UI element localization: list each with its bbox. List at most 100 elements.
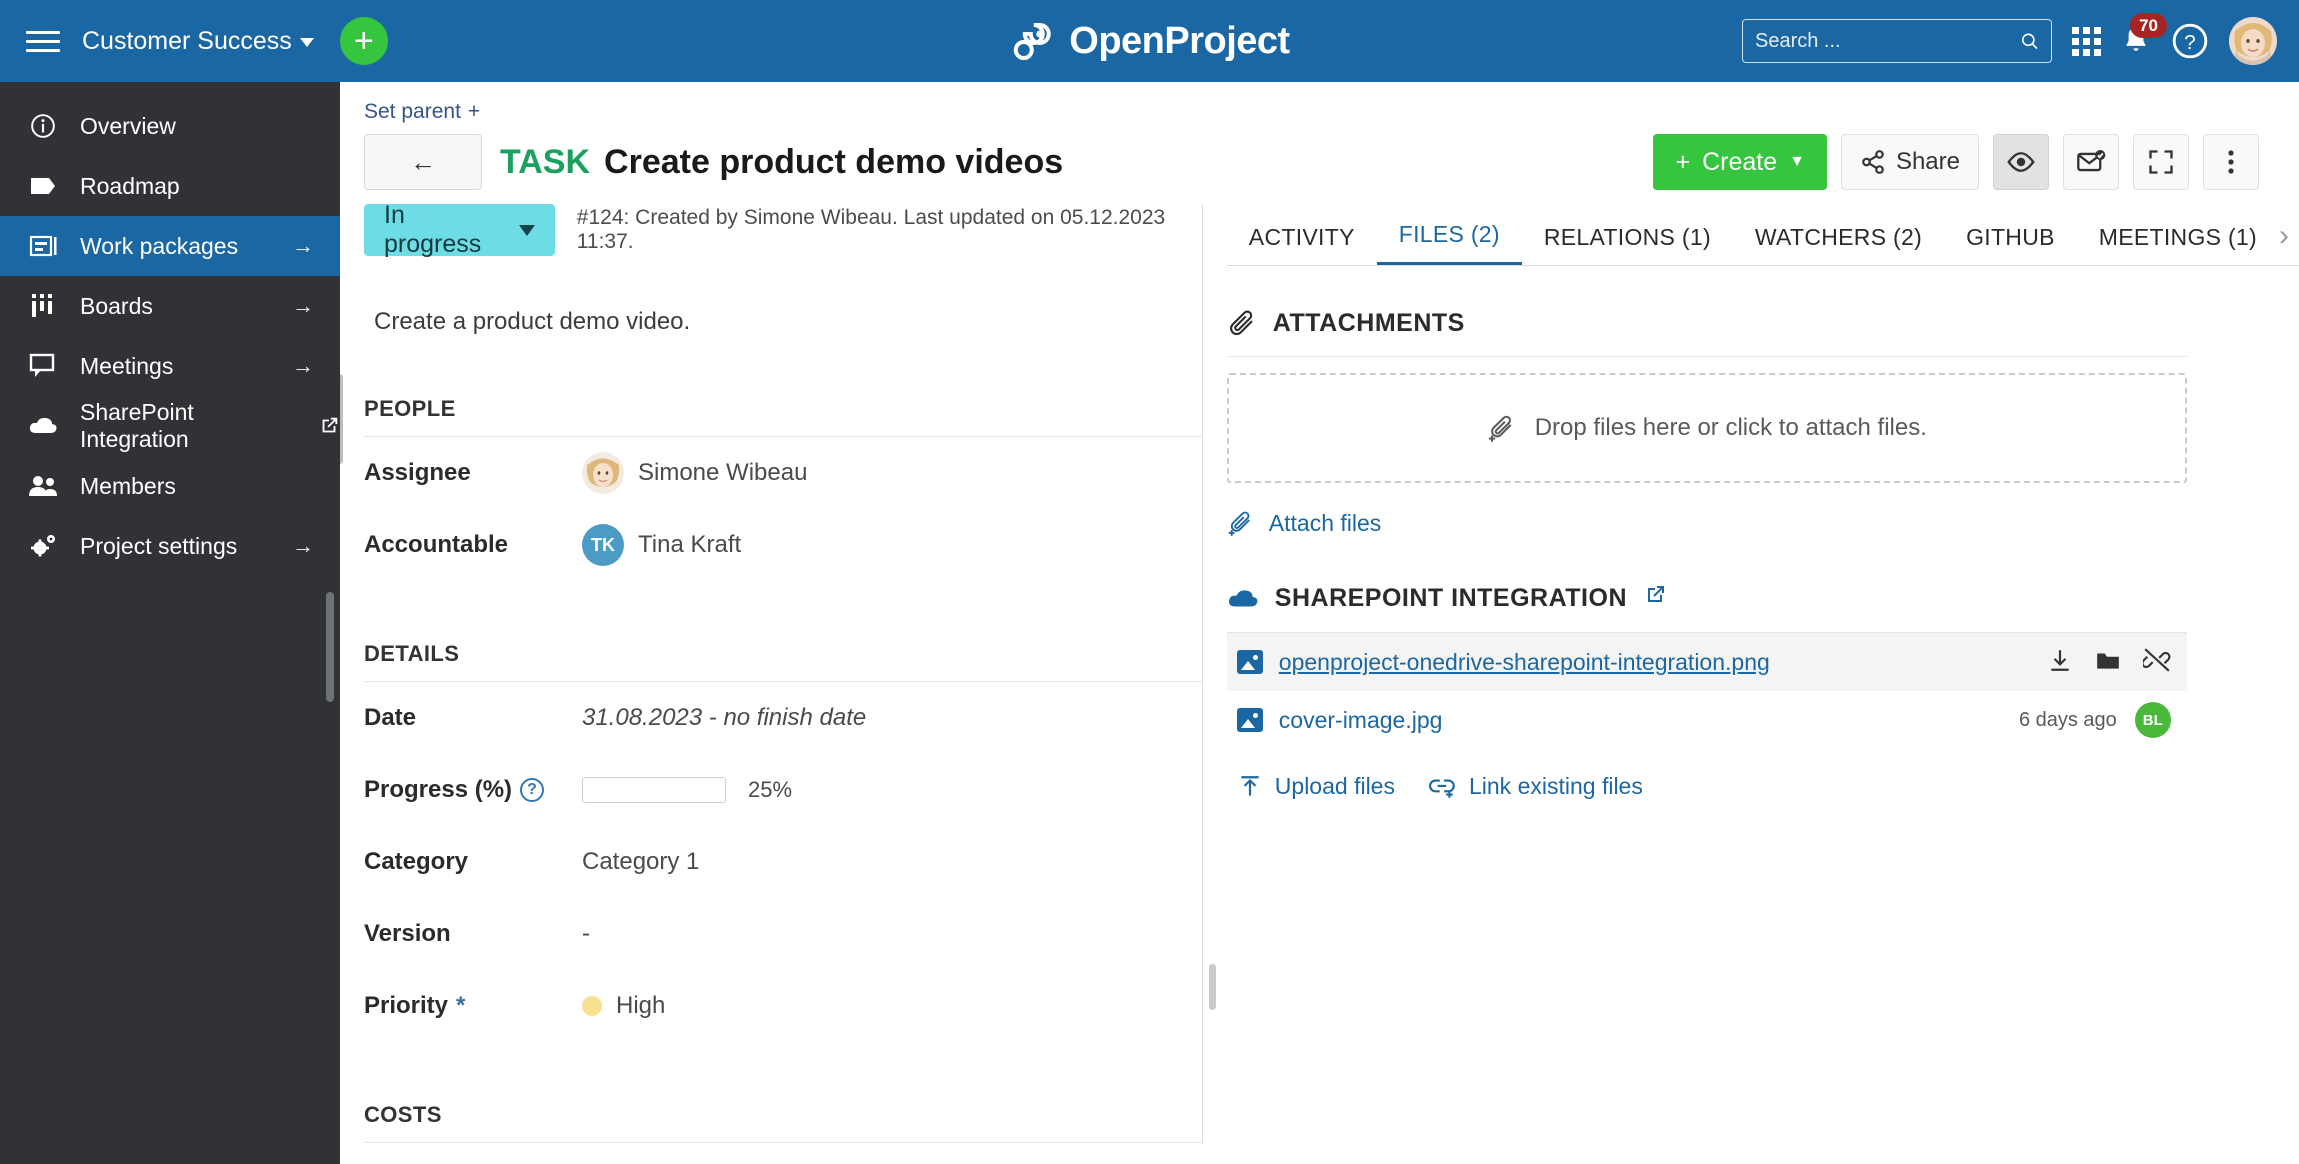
attach-files-link[interactable]: Attach files bbox=[1227, 509, 2299, 537]
file-row-actions bbox=[2047, 647, 2171, 678]
external-link-icon[interactable] bbox=[1643, 583, 1667, 614]
avatar-photo bbox=[2229, 17, 2277, 65]
status-row: In progress #124: Created by Simone Wibe… bbox=[364, 204, 1202, 256]
assignee-name: Simone Wibeau bbox=[638, 459, 807, 487]
help-icon[interactable]: ? bbox=[2171, 22, 2209, 60]
sidebar-item-work-packages[interactable]: Work packages → bbox=[0, 216, 340, 276]
field-assignee: Assignee Simone Wibeau bbox=[364, 437, 1202, 509]
sidebar-item-roadmap[interactable]: Roadmap bbox=[0, 156, 340, 216]
global-add-button[interactable]: + bbox=[340, 17, 388, 65]
pane-resize-handle[interactable] bbox=[340, 374, 343, 464]
file-name[interactable]: openproject-onedrive-sharepoint-integrat… bbox=[1279, 649, 1770, 676]
tab-relations[interactable]: RELATIONS (1) bbox=[1522, 224, 1733, 265]
field-progress: Progress (%) ? 25% bbox=[364, 754, 1202, 826]
work-package-details-pane: In progress #124: Created by Simone Wibe… bbox=[340, 204, 1202, 1144]
cloud-icon bbox=[24, 415, 62, 437]
modules-grid-icon[interactable] bbox=[2072, 27, 2101, 56]
members-icon bbox=[24, 475, 62, 497]
watch-button[interactable] bbox=[1993, 134, 2049, 190]
attachments-divider bbox=[1227, 356, 2187, 357]
search-input[interactable] bbox=[1755, 30, 2020, 53]
sidebar-item-project-settings[interactable]: Project settings → bbox=[0, 516, 340, 576]
section-title-people: PEOPLE bbox=[364, 396, 1202, 437]
tab-activity[interactable]: ACTIVITY bbox=[1227, 224, 1377, 265]
help-icon[interactable]: ? bbox=[520, 778, 544, 802]
file-row[interactable]: cover-image.jpg 6 days ago BL bbox=[1227, 691, 2187, 749]
work-package-icon bbox=[24, 234, 62, 258]
meetings-icon bbox=[24, 353, 62, 379]
mark-notification-read-button[interactable] bbox=[2063, 134, 2119, 190]
chevron-right-icon[interactable]: → bbox=[292, 353, 314, 379]
set-parent-button[interactable]: Set parent + bbox=[340, 82, 480, 124]
tab-github[interactable]: GITHUB bbox=[1944, 224, 2077, 265]
chevron-right-icon[interactable]: → bbox=[292, 533, 314, 559]
sidebar-item-members[interactable]: Members bbox=[0, 456, 340, 516]
chevron-right-icon[interactable]: → bbox=[292, 293, 314, 319]
field-value[interactable]: 25% bbox=[582, 777, 792, 803]
tab-files[interactable]: FILES (2) bbox=[1377, 221, 1522, 265]
share-button[interactable]: Share bbox=[1841, 134, 1979, 190]
openproject-logo[interactable]: OpenProject bbox=[1009, 19, 1289, 63]
field-value[interactable]: 31.08.2023 - no finish date bbox=[582, 704, 866, 732]
download-icon[interactable] bbox=[2047, 647, 2073, 678]
create-button[interactable]: + Create ▼ bbox=[1653, 134, 1827, 190]
chevron-right-icon[interactable]: → bbox=[292, 233, 314, 259]
field-label: Version bbox=[364, 920, 582, 948]
field-priority: Priority * High bbox=[364, 970, 1202, 1042]
hamburger-menu-icon[interactable] bbox=[26, 28, 60, 54]
accountable-name: Tina Kraft bbox=[638, 531, 741, 559]
unlink-icon[interactable] bbox=[2143, 647, 2171, 678]
upload-files-button[interactable]: Upload files bbox=[1237, 773, 1395, 800]
more-menu-button[interactable] bbox=[2203, 134, 2259, 190]
sidebar-item-sharepoint-integration[interactable]: SharePoint Integration bbox=[0, 396, 340, 456]
external-link-icon[interactable] bbox=[318, 415, 340, 437]
field-value[interactable]: - bbox=[582, 920, 590, 948]
chevron-down-icon bbox=[519, 225, 535, 236]
plus-icon: + bbox=[1675, 148, 1690, 177]
openproject-mark-icon bbox=[1009, 19, 1055, 63]
tabs-scroll-right-icon[interactable]: › bbox=[2279, 219, 2289, 265]
sidebar-item-label: Meetings bbox=[80, 353, 173, 380]
field-value[interactable]: Category 1 bbox=[582, 848, 699, 876]
work-package-description[interactable]: Create a product demo video. bbox=[364, 308, 1202, 336]
work-package-subject[interactable]: Create product demo videos bbox=[604, 143, 1063, 182]
back-button[interactable]: ← bbox=[364, 134, 482, 190]
watch-icon bbox=[2007, 148, 2035, 176]
file-row[interactable]: openproject-onedrive-sharepoint-integrat… bbox=[1227, 633, 2187, 691]
status-badge[interactable]: In progress bbox=[364, 204, 555, 256]
search-box[interactable] bbox=[1742, 19, 2052, 63]
tab-meetings[interactable]: MEETINGS (1) bbox=[2077, 224, 2279, 265]
section-title-details: DETAILS bbox=[364, 641, 1202, 682]
sidebar-item-overview[interactable]: Overview bbox=[0, 96, 340, 156]
paperclip-plus-icon bbox=[1227, 509, 1255, 537]
sidebar-item-boards[interactable]: Boards → bbox=[0, 276, 340, 336]
notifications-bell-icon[interactable]: 70 bbox=[2121, 25, 2151, 57]
required-asterisk: * bbox=[456, 992, 465, 1020]
attachment-dropzone[interactable]: Drop files here or click to attach files… bbox=[1227, 373, 2187, 483]
section-title-costs: COSTS bbox=[364, 1102, 1202, 1143]
link-existing-files-button[interactable]: Link existing files bbox=[1429, 773, 1643, 800]
avatar[interactable]: BL bbox=[2135, 702, 2171, 738]
sidebar-item-label: Work packages bbox=[80, 233, 238, 260]
share-icon bbox=[1860, 149, 1886, 175]
field-value[interactable]: High bbox=[582, 992, 665, 1020]
right-pane-scrollbar[interactable] bbox=[1209, 964, 1216, 1010]
sidebar-item-meetings[interactable]: Meetings → bbox=[0, 336, 340, 396]
open-folder-icon[interactable] bbox=[2095, 647, 2121, 678]
dropzone-text: Drop files here or click to attach files… bbox=[1535, 414, 1927, 442]
progress-bar[interactable] bbox=[582, 777, 726, 803]
work-package-meta: #124: Created by Simone Wibeau. Last upd… bbox=[577, 206, 1202, 254]
boards-icon bbox=[24, 294, 62, 318]
field-value[interactable]: Simone Wibeau bbox=[582, 452, 807, 494]
search-icon[interactable] bbox=[2020, 28, 2039, 54]
user-avatar[interactable] bbox=[2229, 17, 2277, 65]
fullscreen-button[interactable] bbox=[2133, 134, 2189, 190]
paperclip-plus-icon bbox=[1487, 413, 1517, 443]
tab-watchers[interactable]: WATCHERS (2) bbox=[1733, 224, 1944, 265]
sidebar-scrollbar[interactable] bbox=[326, 592, 334, 702]
field-value[interactable]: TK Tina Kraft bbox=[582, 524, 741, 566]
project-selector[interactable]: Customer Success bbox=[82, 27, 314, 56]
file-name[interactable]: cover-image.jpg bbox=[1279, 707, 1443, 734]
share-label: Share bbox=[1896, 148, 1960, 176]
field-label: Assignee bbox=[364, 459, 582, 487]
